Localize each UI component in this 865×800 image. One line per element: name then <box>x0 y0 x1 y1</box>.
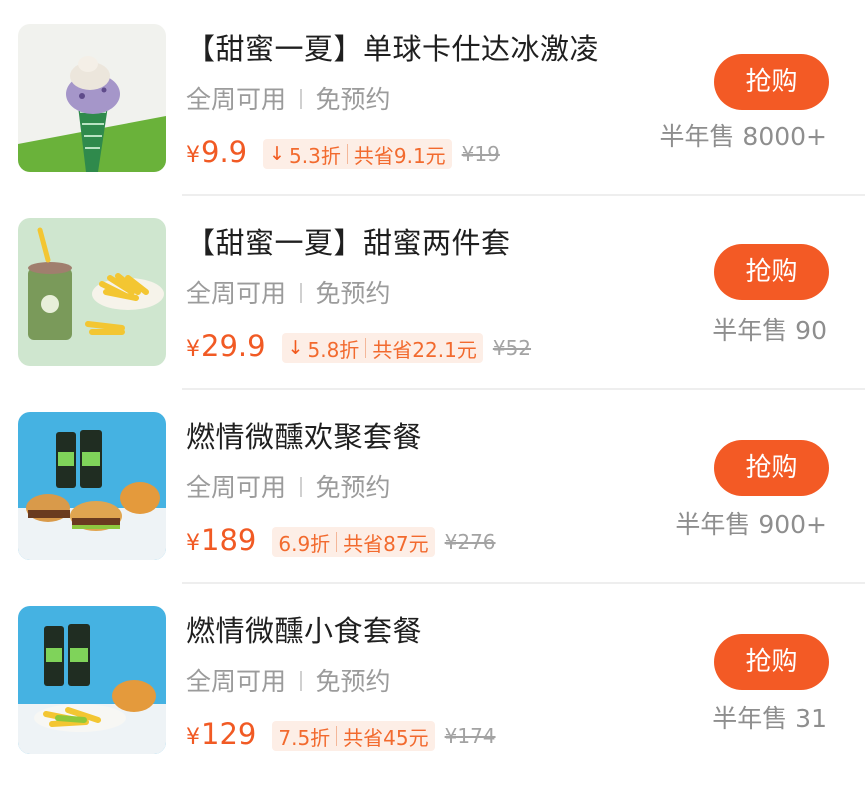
tag-all-week: 全周可用 <box>186 473 287 502</box>
product-title[interactable]: 燃情微醺小食套餐 <box>186 608 422 654</box>
tag-separator <box>300 282 302 303</box>
divider <box>182 388 865 390</box>
beer-and-burgers-photo <box>18 412 166 560</box>
current-price: ¥129 <box>186 717 257 751</box>
current-price: ¥189 <box>186 523 257 557</box>
divider <box>182 582 865 584</box>
original-price: ¥174 <box>444 724 496 748</box>
price-row: ¥29.9 ↓ 5.8折 共省22.1元 ¥52 <box>186 328 531 368</box>
saving-text: 共省22.1元 <box>372 337 477 362</box>
buy-button[interactable]: 抢购 <box>714 440 829 496</box>
sales-count: 半年售 31 <box>712 704 827 733</box>
product-title[interactable]: 【甜蜜一夏】甜蜜两件套 <box>186 220 511 266</box>
tag-separator <box>300 88 302 109</box>
original-price: ¥52 <box>492 336 532 360</box>
saving-text: 共省87元 <box>343 531 429 556</box>
shake-and-fries-photo <box>18 218 166 366</box>
usage-tags: 全周可用 免预约 <box>186 274 391 314</box>
discount-badge: 6.9折 共省87元 <box>272 527 435 557</box>
product-image[interactable] <box>18 24 166 172</box>
usage-tags: 全周可用 免预约 <box>186 662 391 702</box>
beer-and-snacks-photo <box>18 606 166 754</box>
saving-text: 共省45元 <box>343 725 429 750</box>
tag-no-reservation: 免预约 <box>315 279 391 308</box>
current-price: ¥29.9 <box>186 329 266 363</box>
usage-tags: 全周可用 免预约 <box>186 80 391 120</box>
divider <box>182 194 865 196</box>
product-image[interactable] <box>18 412 166 560</box>
discount-badge: ↓ 5.3折 共省9.1元 <box>263 139 452 169</box>
usage-tags: 全周可用 免预约 <box>186 468 391 508</box>
tag-separator <box>300 670 302 691</box>
product-card[interactable]: 燃情微醺小食套餐 全周可用 免预约 ¥129 7.5折 共省45元 ¥174 抢购 … <box>0 606 865 800</box>
tag-no-reservation: 免预约 <box>315 85 391 114</box>
product-title[interactable]: 燃情微醺欢聚套餐 <box>186 414 422 460</box>
discount-badge: 7.5折 共省45元 <box>272 721 435 751</box>
discount-badge: ↓ 5.8折 共省22.1元 <box>281 333 483 363</box>
original-price: ¥276 <box>444 530 496 554</box>
buy-button[interactable]: 抢购 <box>714 244 829 300</box>
price-row: ¥129 7.5折 共省45元 ¥174 <box>186 716 496 756</box>
saving-text: 共省9.1元 <box>353 143 446 168</box>
tag-all-week: 全周可用 <box>186 85 287 114</box>
tag-separator <box>300 476 302 497</box>
buy-button[interactable]: 抢购 <box>714 54 829 110</box>
ice-cream-cone-photo <box>18 24 166 172</box>
original-price: ¥19 <box>461 142 500 166</box>
sales-count: 半年售 8000+ <box>659 122 827 151</box>
price-row: ¥189 6.9折 共省87元 ¥276 <box>186 522 496 562</box>
product-title[interactable]: 【甜蜜一夏】单球卡仕达冰激凌 <box>186 26 599 72</box>
buy-button[interactable]: 抢购 <box>714 634 829 690</box>
current-price: ¥9.9 <box>186 135 248 169</box>
tag-all-week: 全周可用 <box>186 279 287 308</box>
product-image[interactable] <box>18 218 166 366</box>
product-card[interactable]: 【甜蜜一夏】甜蜜两件套 全周可用 免预约 ¥29.9 ↓ 5.8折 共省22.1元 ¥… <box>0 218 865 412</box>
tag-all-week: 全周可用 <box>186 667 287 696</box>
product-image[interactable] <box>18 606 166 754</box>
down-arrow-icon: ↓ <box>269 143 286 165</box>
tag-no-reservation: 免预约 <box>315 667 391 696</box>
price-row: ¥9.9 ↓ 5.3折 共省9.1元 ¥19 <box>186 134 500 174</box>
sales-count: 半年售 900+ <box>675 510 827 539</box>
product-card[interactable]: 【甜蜜一夏】单球卡仕达冰激凌 全周可用 免预约 ¥9.9 ↓ 5.3折 共省9.1元 … <box>0 24 865 218</box>
down-arrow-icon: ↓ <box>287 337 304 359</box>
product-card[interactable]: 燃情微醺欢聚套餐 全周可用 免预约 ¥189 6.9折 共省87元 ¥276 抢购 … <box>0 412 865 606</box>
sales-count: 半年售 90 <box>712 316 827 345</box>
tag-no-reservation: 免预约 <box>315 473 391 502</box>
